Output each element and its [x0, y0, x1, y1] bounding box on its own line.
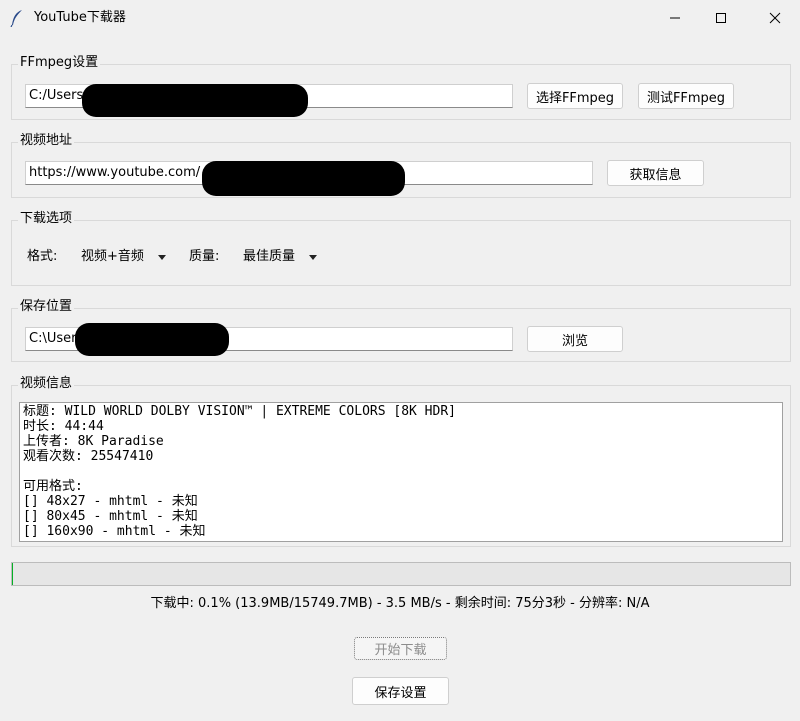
feather-icon [10, 10, 22, 27]
browse-button[interactable]: 浏览 [527, 326, 623, 352]
progress-fill [12, 563, 13, 585]
save-settings-button[interactable]: 保存设置 [352, 677, 449, 705]
info-views-line: 观看次数: 25547410 [23, 449, 154, 464]
dropdown-arrow-icon [309, 254, 318, 260]
window-title: YouTube下载器 [34, 10, 126, 25]
select-ffmpeg-button[interactable]: 选择FFmpeg [527, 83, 623, 109]
info-format-item: [] 80x45 - mhtml - 未知 [23, 509, 198, 524]
redaction-mask [75, 323, 229, 356]
ffmpeg-path-value: C:/Users [29, 88, 84, 103]
video-url-label: 视频地址 [18, 133, 75, 149]
format-dropdown-value: 视频+音频 [81, 249, 144, 264]
maximize-icon [716, 13, 726, 23]
title-bar: YouTube下载器 [0, 0, 800, 36]
start-download-button[interactable]: 开始下载 [354, 637, 447, 660]
format-dropdown[interactable]: 视频+音频 [81, 248, 166, 266]
maximize-button[interactable] [698, 0, 744, 36]
ffmpeg-settings-label: FFmpeg设置 [18, 55, 101, 71]
video-info-label: 视频信息 [18, 376, 75, 392]
redaction-mask [82, 84, 308, 117]
save-path-value: C:\User [29, 331, 77, 346]
close-button[interactable] [752, 0, 798, 36]
info-uploader-line: 上传者: 8K Paradise [23, 434, 164, 449]
info-title-line: 标题: WILD WORLD DOLBY VISION™ | EXTREME C… [23, 404, 456, 419]
info-blank-line [23, 464, 779, 479]
info-duration-line: 时长: 44:44 [23, 419, 104, 434]
info-formats-heading: 可用格式: [23, 479, 83, 494]
fetch-info-button[interactable]: 获取信息 [607, 160, 704, 186]
close-icon [769, 12, 781, 24]
download-options-label: 下载选项 [18, 211, 75, 227]
save-location-label: 保存位置 [18, 299, 75, 315]
info-format-item: [] 160x90 - mhtml - 未知 [23, 524, 206, 539]
quality-dropdown-value: 最佳质量 [243, 249, 296, 264]
video-url-value: https://www.youtube.com/ [29, 165, 201, 180]
format-label: 格式: [27, 249, 58, 264]
minimize-button[interactable] [652, 0, 698, 36]
info-format-item: [] 48x27 - mhtml - 未知 [23, 494, 198, 509]
redaction-mask [202, 161, 405, 196]
download-progress-bar [11, 562, 791, 586]
quality-dropdown[interactable]: 最佳质量 [243, 248, 318, 266]
test-ffmpeg-button[interactable]: 测试FFmpeg [638, 83, 734, 109]
download-status-text: 下载中: 0.1% (13.9MB/15749.7MB) - 3.5 MB/s … [150, 596, 650, 611]
video-info-textbox[interactable]: 标题: WILD WORLD DOLBY VISION™ | EXTREME C… [19, 402, 783, 542]
quality-label: 质量: [189, 249, 220, 264]
dropdown-arrow-icon [157, 254, 166, 260]
minimize-icon [670, 17, 680, 19]
